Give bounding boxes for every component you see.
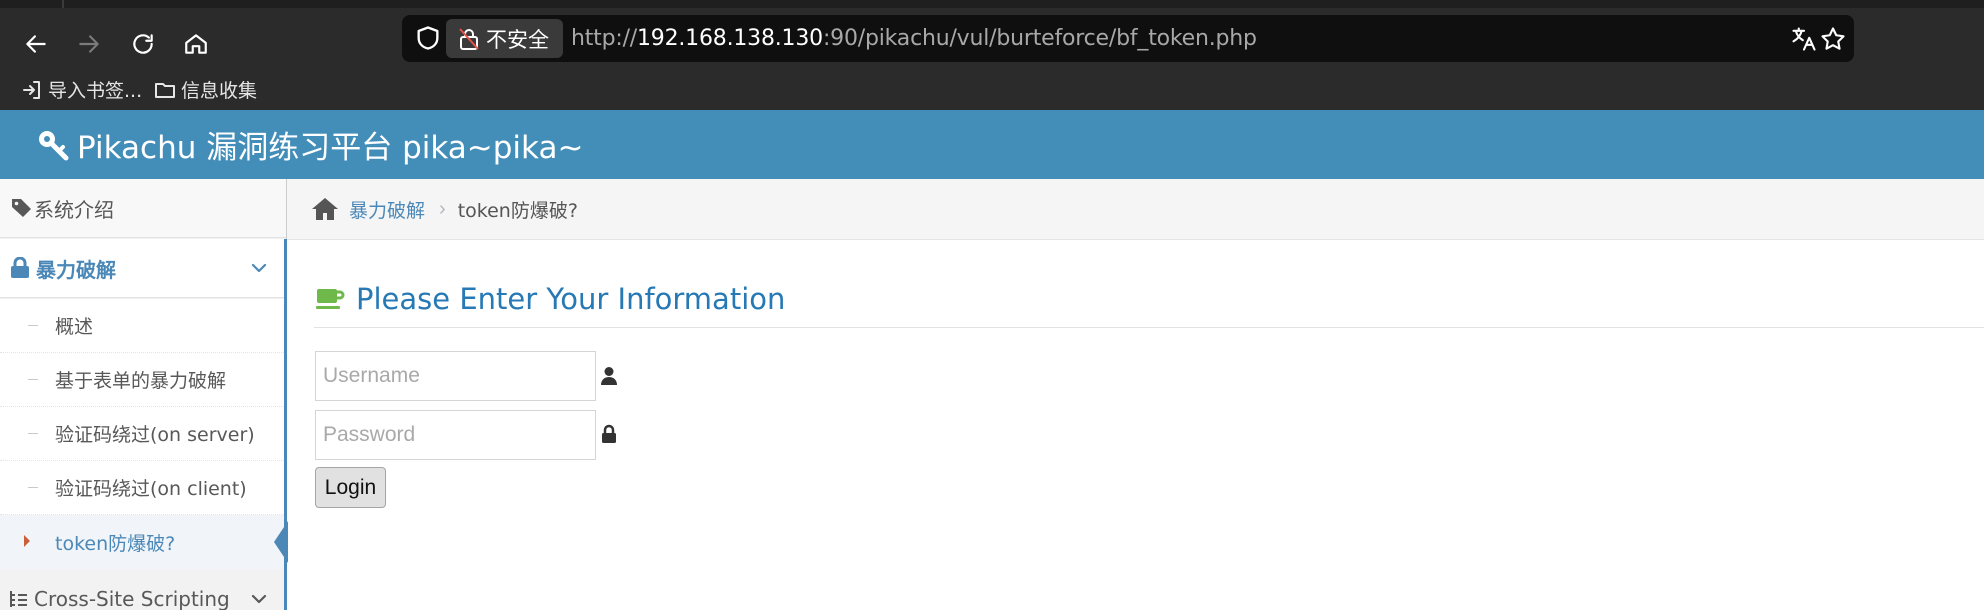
user-icon bbox=[601, 367, 617, 385]
star-icon[interactable] bbox=[1819, 25, 1847, 53]
chevron-down-icon bbox=[251, 594, 267, 604]
breadcrumb: 暴力破解 › token防爆破? bbox=[287, 179, 1984, 240]
submenu-label: token防爆破? bbox=[55, 532, 176, 555]
home-icon bbox=[185, 34, 207, 54]
tab-divider bbox=[62, 0, 64, 8]
bookmark-folder-label: 信息收集 bbox=[181, 80, 258, 102]
translate-icon[interactable] bbox=[1790, 25, 1818, 53]
sidebar-category-label: Cross-Site Scripting bbox=[34, 587, 230, 610]
sidebar-item-token[interactable]: token防爆破? bbox=[0, 515, 288, 569]
sidebar-item-captcha-server[interactable]: 验证码绕过(on server) bbox=[0, 407, 286, 461]
sidebar-item-intro[interactable]: 系统介绍 bbox=[0, 179, 286, 238]
bookmark-import[interactable]: 导入书签... bbox=[20, 76, 142, 103]
arrow-right-icon bbox=[79, 35, 99, 53]
sidebar-item-form-bruteforce[interactable]: 基于表单的暴力破解 bbox=[0, 353, 286, 407]
breadcrumb-link[interactable]: 暴力破解 bbox=[349, 196, 425, 223]
url-prefix: http:// bbox=[571, 26, 637, 51]
browser-tab-strip bbox=[0, 0, 1984, 8]
sign-in-icon bbox=[23, 80, 40, 99]
sidebar-item-overview[interactable]: 概述 bbox=[0, 299, 286, 353]
url-text[interactable]: http://192.168.138.130:90/pikachu/vul/bu… bbox=[571, 26, 1257, 51]
security-indicator[interactable]: 不安全 bbox=[446, 19, 563, 58]
back-button[interactable] bbox=[14, 22, 58, 66]
sidebar-category-bruteforce[interactable]: 暴力破解 bbox=[0, 239, 286, 298]
key-icon bbox=[39, 130, 69, 160]
divider bbox=[314, 327, 1984, 328]
sidebar: 系统介绍 暴力破解 概述 基于表单的暴力破解 验证码绕过(on server) … bbox=[0, 179, 288, 610]
security-label: 不安全 bbox=[486, 27, 549, 52]
active-category-bar bbox=[284, 239, 287, 610]
home-icon[interactable] bbox=[311, 196, 339, 222]
sidebar-item-label: 系统介绍 bbox=[34, 197, 114, 222]
sidebar-submenu: 概述 基于表单的暴力破解 验证码绕过(on server) 验证码绕过(on c… bbox=[0, 299, 288, 569]
sidebar-item-captcha-client[interactable]: 验证码绕过(on client) bbox=[0, 461, 286, 515]
list-icon bbox=[10, 591, 27, 607]
coffee-icon bbox=[316, 289, 345, 309]
folder-icon bbox=[155, 82, 175, 98]
caret-right-icon bbox=[24, 535, 30, 547]
url-host: 192.168.138.130 bbox=[637, 26, 823, 51]
arrow-left-icon bbox=[26, 35, 46, 53]
reload-icon bbox=[133, 34, 153, 54]
submenu-label: 验证码绕过(on client) bbox=[55, 478, 247, 500]
breadcrumb-current: token防爆破? bbox=[457, 199, 578, 222]
username-input[interactable] bbox=[315, 351, 596, 401]
login-button[interactable]: Login bbox=[315, 467, 386, 508]
url-path: :90/pikachu/vul/burteforce/bf_token.php bbox=[822, 26, 1257, 51]
breadcrumb-separator: › bbox=[439, 197, 446, 220]
forward-button[interactable] bbox=[67, 22, 111, 66]
submenu-label: 验证码绕过(on server) bbox=[55, 424, 255, 446]
browser-toolbar: 不安全 http://192.168.138.130:90/pikachu/vu… bbox=[0, 8, 1984, 70]
sidebar-category-label: 暴力破解 bbox=[36, 257, 116, 282]
submenu-label: 概述 bbox=[55, 316, 94, 338]
bookmark-import-label: 导入书签... bbox=[48, 80, 143, 102]
brand-title[interactable]: Pikachu 漏洞练习平台 pika~pika~ bbox=[77, 122, 583, 167]
home-button[interactable] bbox=[174, 22, 218, 66]
site-header: Pikachu 漏洞练习平台 pika~pika~ bbox=[0, 110, 1984, 179]
shield-icon[interactable] bbox=[414, 24, 442, 52]
lock-icon bbox=[602, 424, 616, 443]
sidebar-category-xss[interactable]: Cross-Site Scripting bbox=[0, 579, 286, 610]
submenu-label: 基于表单的暴力破解 bbox=[55, 370, 227, 392]
lock-icon bbox=[11, 257, 29, 278]
form-title: Please Enter Your Information bbox=[356, 282, 786, 316]
broken-lock-icon bbox=[459, 27, 479, 50]
password-input[interactable] bbox=[315, 410, 596, 460]
address-bar[interactable]: 不安全 http://192.168.138.130:90/pikachu/vu… bbox=[402, 15, 1854, 62]
reload-button[interactable] bbox=[121, 22, 165, 66]
form-heading: Please Enter Your Information bbox=[315, 282, 785, 316]
tags-icon bbox=[12, 199, 31, 217]
bookmarks-bar: 导入书签... 信息收集 bbox=[0, 70, 1984, 110]
chevron-down-icon bbox=[251, 263, 267, 273]
bookmark-folder-info[interactable]: 信息收集 bbox=[153, 76, 257, 103]
